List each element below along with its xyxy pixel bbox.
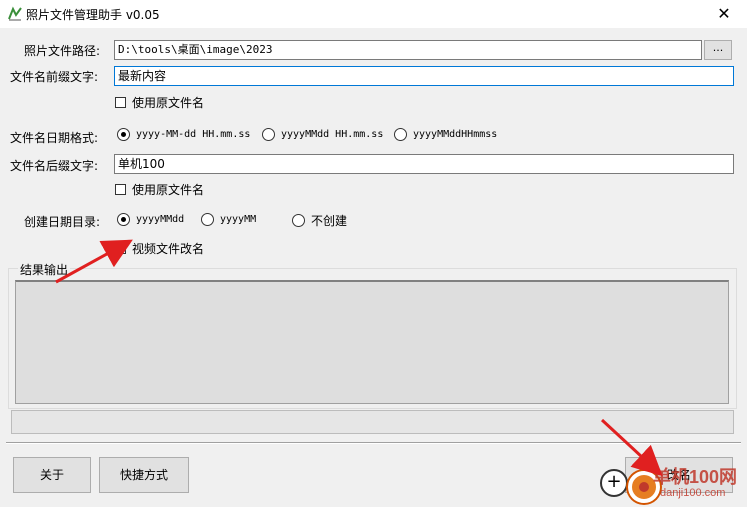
result-group-title: 结果输出 (18, 261, 71, 278)
suffix-use-original-checkbox[interactable]: 使用原文件名 (115, 181, 204, 198)
progress-bar (11, 410, 734, 434)
checkbox-box[interactable] (115, 97, 126, 108)
checkbox-label: 使用原文件名 (132, 183, 205, 197)
date-dir-option-2[interactable]: yyyyMM (201, 213, 256, 226)
date-format-label: 文件名日期格式: (10, 131, 99, 145)
close-button[interactable]: ✕ (701, 0, 747, 28)
radio-unselected[interactable] (292, 214, 305, 227)
browse-button[interactable]: ... (704, 40, 732, 60)
checkbox-box[interactable] (115, 184, 126, 195)
date-format-option-3[interactable]: yyyyMMddHHmmss (394, 128, 497, 141)
watermark-text: 单机100网 (653, 467, 738, 487)
prefix-label: 文件名前缀文字: (10, 70, 99, 84)
about-button[interactable]: 关于 (13, 457, 91, 493)
radio-label: yyyyMMddHHmmss (413, 129, 498, 140)
radio-unselected[interactable] (394, 128, 407, 141)
radio-selected[interactable] (117, 213, 130, 226)
radio-label: yyyy-MM-dd HH.mm.ss (136, 129, 251, 140)
prefix-use-original-checkbox[interactable]: 使用原文件名 (115, 94, 204, 111)
date-format-option-2[interactable]: yyyyMMdd HH.mm.ss (262, 128, 383, 141)
radio-selected[interactable] (117, 128, 130, 141)
separator (6, 442, 741, 444)
suffix-input[interactable]: 单机100 (114, 154, 734, 174)
date-dir-option-1[interactable]: yyyyMMdd (117, 213, 184, 226)
path-label: 照片文件路径: (24, 44, 101, 58)
radio-label: 不创建 (311, 214, 348, 228)
path-input[interactable]: D:\tools\桌面\image\2023 (114, 40, 702, 60)
checkbox-box[interactable] (115, 243, 126, 254)
checkbox-label: 视频文件改名 (132, 242, 205, 256)
suffix-label: 文件名后缀文字: (10, 159, 99, 173)
radio-unselected[interactable] (262, 128, 275, 141)
radio-label: yyyyMMdd HH.mm.ss (281, 129, 384, 140)
title-bar: 照片文件管理助手 v0.05 ✕ (0, 0, 747, 28)
date-dir-option-3[interactable]: 不创建 (292, 212, 347, 229)
prefix-input[interactable]: 最新内容 (114, 66, 734, 86)
plus-circle-icon: + (600, 469, 628, 497)
result-output-area[interactable] (15, 280, 729, 404)
date-format-option-1[interactable]: yyyy-MM-dd HH.mm.ss (117, 128, 250, 141)
watermark-url: danji100.com (660, 487, 726, 499)
checkbox-label: 使用原文件名 (132, 96, 205, 110)
radio-label: yyyyMM (220, 214, 257, 225)
radio-label: yyyyMMdd (136, 214, 185, 225)
app-icon (8, 6, 22, 21)
shortcut-button[interactable]: 快捷方式 (99, 457, 189, 493)
radio-unselected[interactable] (201, 213, 214, 226)
window-title: 照片文件管理助手 v0.05 (26, 8, 160, 22)
video-rename-checkbox[interactable]: 视频文件改名 (115, 240, 204, 257)
date-dir-label: 创建日期目录: (24, 215, 101, 229)
